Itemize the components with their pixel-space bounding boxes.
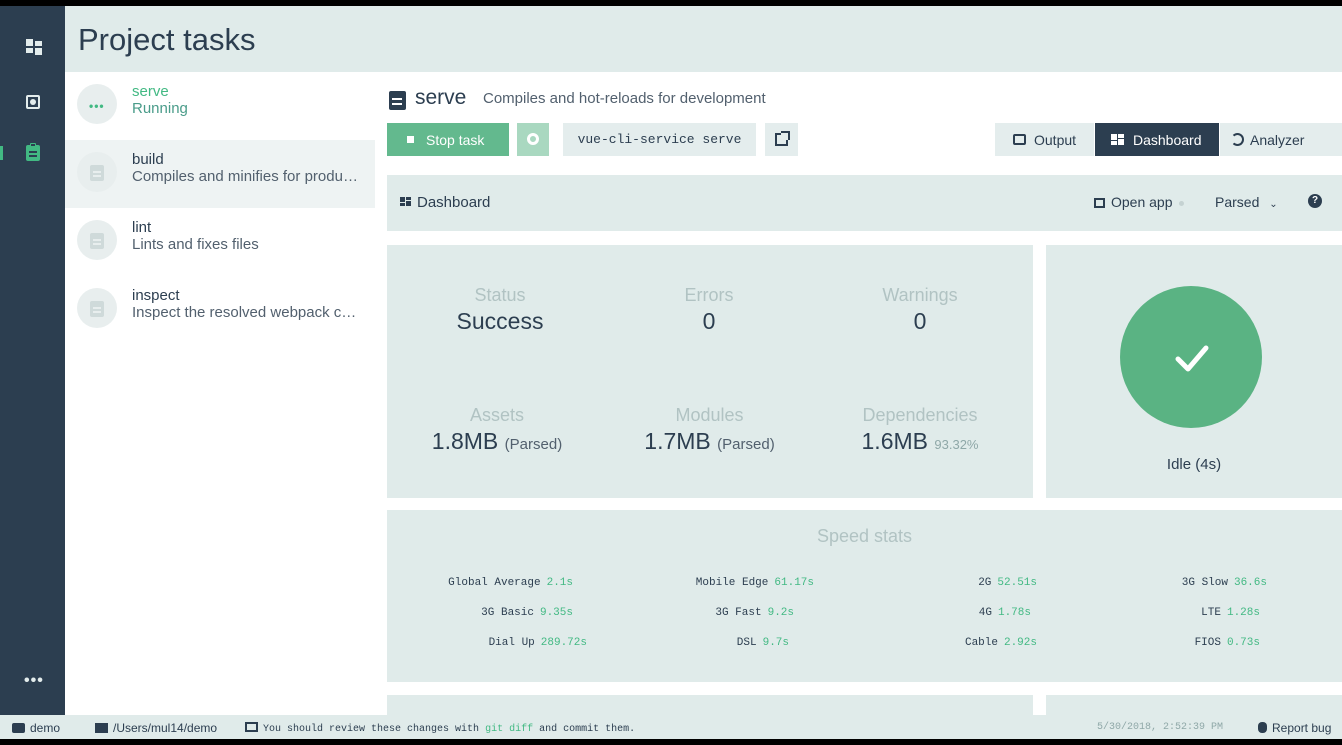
idle-panel: Idle (4s): [1046, 245, 1342, 498]
size-mode-select[interactable]: Parsed ⌄: [1215, 194, 1278, 210]
panel-card: [387, 695, 1033, 715]
status-message[interactable]: You should review these changes with git…: [245, 722, 635, 735]
panel-card: [1046, 695, 1342, 715]
clipboard-icon: [77, 152, 117, 192]
speed-stat: Cable 2.92s: [964, 637, 1037, 649]
command-display: vue-cli-service serve: [563, 123, 756, 156]
briefcase-icon: [12, 723, 25, 733]
project-manager-icon[interactable]: [26, 39, 42, 55]
open-app-button[interactable]: Open app: [1094, 194, 1173, 210]
open-app-icon: [1094, 198, 1105, 208]
project-path[interactable]: /Users/mul14/demo: [95, 721, 217, 735]
stop-icon: [407, 136, 414, 143]
task-name: lint: [132, 219, 152, 236]
stop-task-button[interactable]: Stop task: [387, 123, 509, 156]
active-indicator: [0, 146, 3, 160]
dashboard-header: Dashboard Open app Parsed ⌄ ?: [387, 175, 1342, 231]
task-item-lint[interactable]: lint Lints and fixes files: [65, 208, 375, 276]
speed-stat: DSL 9.7s: [736, 637, 789, 649]
speed-stat: FIOS 0.73s: [1194, 637, 1260, 649]
tab-output[interactable]: Output: [995, 123, 1094, 156]
chevron-down-icon: ⌄: [1269, 199, 1278, 210]
left-rail: •••: [0, 6, 65, 715]
speed-stats-title: Speed stats: [816, 526, 913, 546]
dashboard-title: Dashboard: [417, 194, 491, 211]
clipboard-icon: [77, 288, 117, 328]
tab-dashboard[interactable]: Dashboard: [1095, 123, 1219, 156]
task-item-inspect[interactable]: inspect Inspect the resolved webpack con…: [65, 276, 375, 344]
dashboard-icon: [1111, 134, 1117, 140]
task-description: Running: [132, 100, 188, 117]
task-item-build[interactable]: build Compiles and minifies for producti…: [65, 140, 375, 208]
terminal-icon: [1013, 134, 1026, 145]
task-name: build: [132, 151, 164, 168]
app-window: ••• Project tasks ••• serve Running buil…: [0, 6, 1342, 739]
speed-stat: Mobile Edge 61.17s: [695, 577, 814, 589]
stop-task-label: Stop task: [426, 132, 485, 148]
stat-status: Status Success: [456, 285, 544, 334]
timestamp: 5/30/2018, 2:52:39 PM: [1097, 722, 1224, 733]
stat-assets: Assets 1.8MB (Parsed): [431, 405, 563, 454]
task-item-serve[interactable]: ••• serve Running: [65, 72, 375, 140]
speed-stat: Dial Up 289.72s: [488, 637, 587, 649]
status-bar: demo /Users/mul14/demo You should review…: [0, 715, 1342, 739]
idle-status: Idle (4s): [1166, 456, 1222, 473]
build-status-panel: Status Success Errors 0 Warnings 0 Asset…: [387, 245, 1033, 498]
speed-stat: 3G Fast 9.2s: [715, 607, 794, 619]
page-title: Project tasks: [78, 22, 256, 57]
speed-stat: LTE 1.28s: [1201, 607, 1260, 619]
tab-analyzer[interactable]: Analyzer: [1220, 123, 1342, 156]
checkmark-icon: [1175, 345, 1209, 372]
report-bug-button[interactable]: Report bug: [1258, 721, 1331, 735]
task-settings-button[interactable]: [517, 123, 549, 156]
task-title: serve: [415, 86, 467, 109]
tasks-icon[interactable]: [26, 143, 42, 161]
stat-modules: Modules 1.7MB (Parsed): [644, 405, 775, 454]
stat-warnings: Warnings 0: [882, 285, 958, 334]
plugins-icon[interactable]: [26, 95, 42, 111]
help-icon[interactable]: ?: [1308, 194, 1322, 208]
task-name: serve: [132, 83, 169, 100]
speed-stat: Global Average 2.1s: [448, 577, 573, 589]
success-indicator: [1120, 286, 1262, 428]
more-icon[interactable]: •••: [24, 672, 44, 690]
bug-icon: [1258, 722, 1267, 733]
task-description: Inspect the resolved webpack config: [132, 304, 362, 321]
clipboard-icon: [77, 220, 117, 260]
task-subtitle: Compiles and hot-reloads for development: [483, 90, 766, 107]
project-switcher[interactable]: demo: [12, 721, 60, 735]
running-icon: •••: [77, 84, 117, 124]
task-details: serve Compiles and hot-reloads for devel…: [375, 72, 1342, 715]
open-terminal-button[interactable]: [765, 123, 798, 156]
speed-stat: 2G 52.51s: [978, 577, 1037, 589]
folder-icon: [95, 723, 108, 733]
speed-stat: 3G Basic 9.35s: [481, 607, 573, 619]
task-description: Compiles and minifies for production: [132, 168, 362, 185]
gear-icon: [527, 133, 539, 145]
title-bar: Project tasks: [65, 6, 1342, 72]
terminal-icon: [245, 722, 258, 732]
speed-stats-panel: Speed stats Global Average 2.1s Mobile Ed…: [387, 510, 1342, 682]
task-list: ••• serve Running build Compiles and min…: [65, 72, 375, 715]
task-description: Lints and fixes files: [132, 236, 259, 253]
speed-stat: 3G Slow 36.6s: [1181, 577, 1267, 589]
speed-stat: 4G 1.78s: [978, 607, 1031, 619]
analyzer-icon: [1231, 133, 1244, 146]
task-name: inspect: [132, 287, 180, 304]
stat-dependencies: Dependencies 1.6MB 93.32%: [861, 405, 979, 454]
stat-errors: Errors 0: [684, 285, 734, 334]
separator-dot: [1179, 201, 1184, 206]
